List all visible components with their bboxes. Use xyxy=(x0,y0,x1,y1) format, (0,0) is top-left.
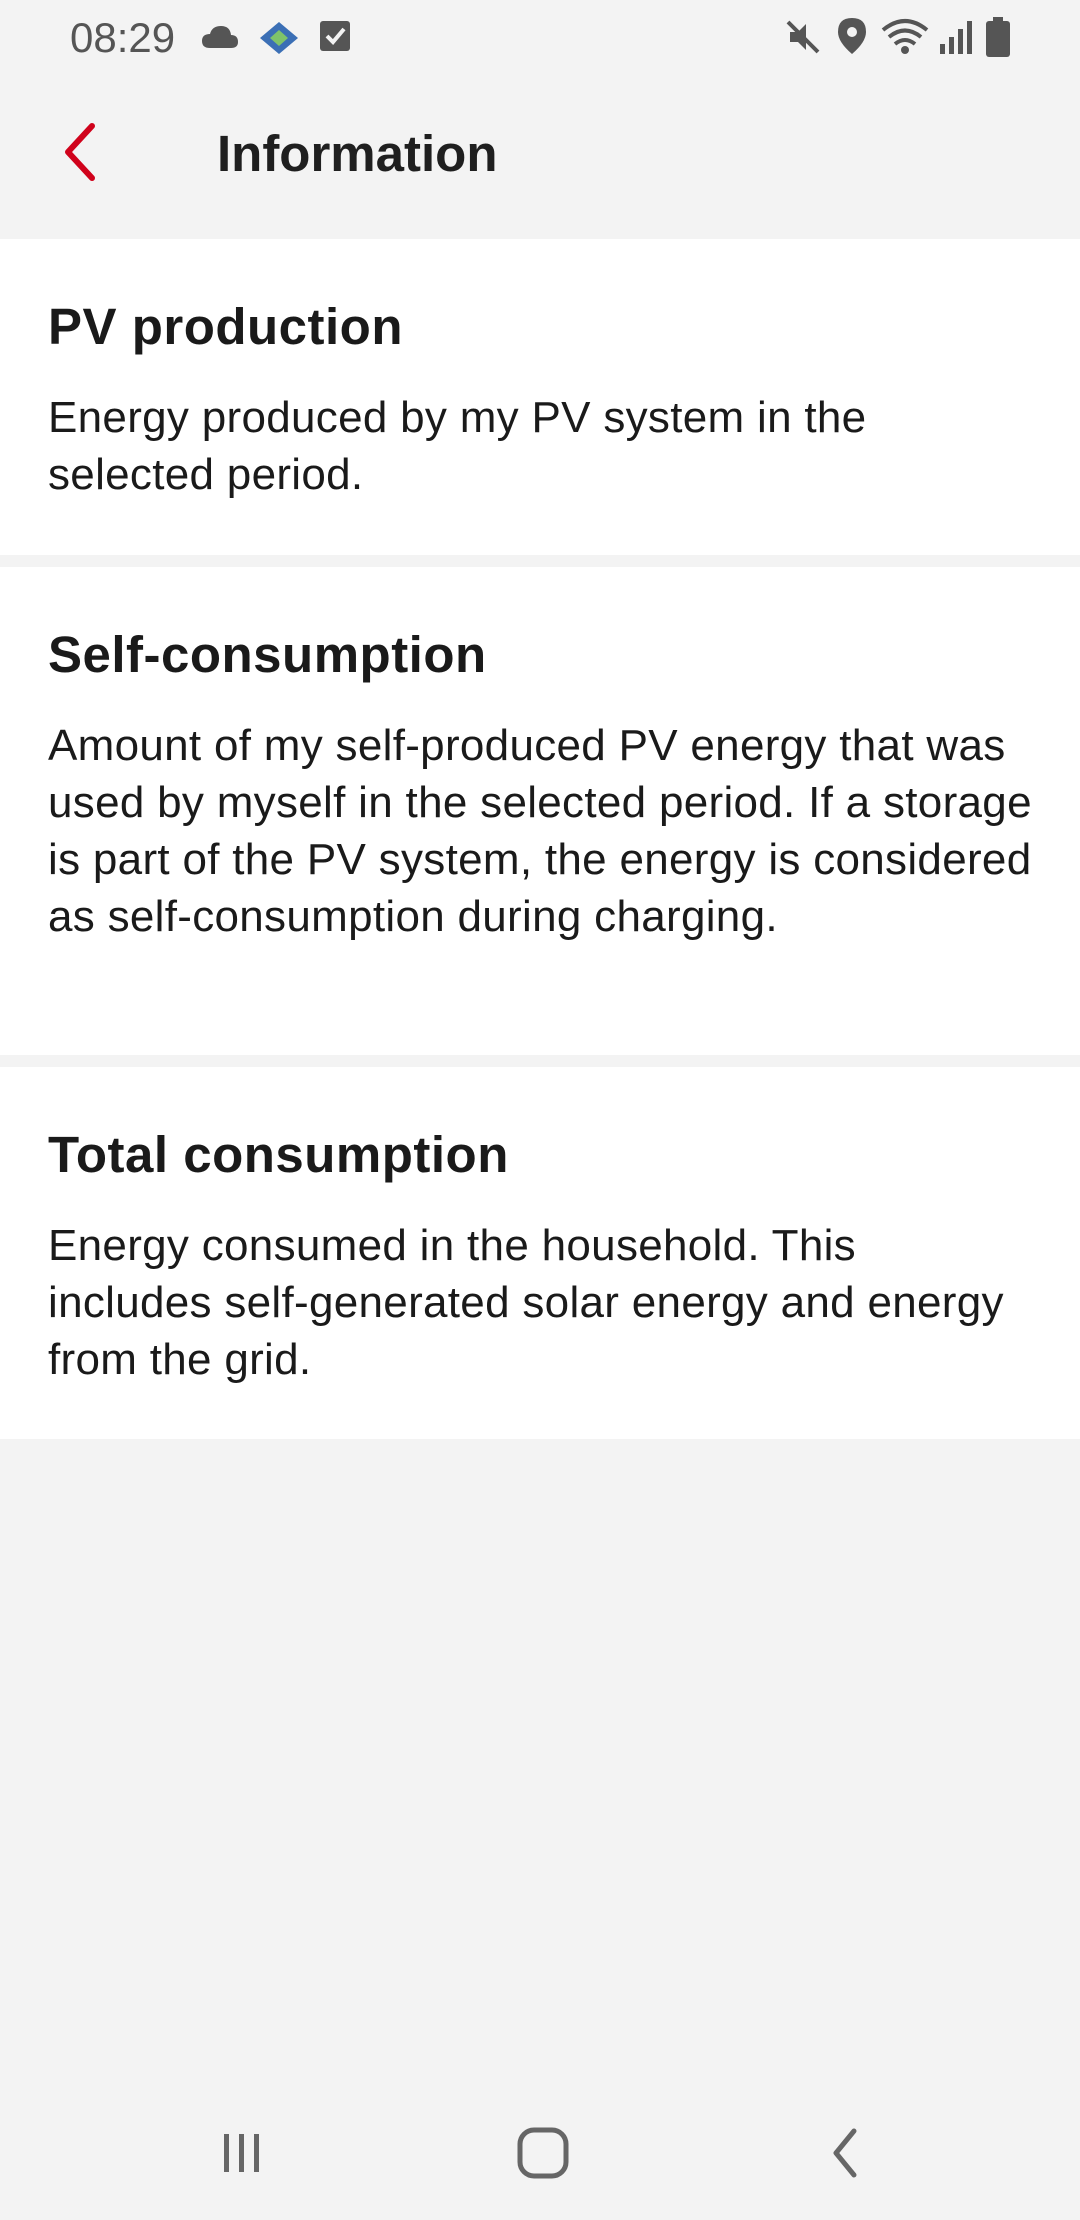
mute-icon xyxy=(784,18,822,61)
recent-apps-button[interactable] xyxy=(191,2120,291,2190)
chevron-left-icon xyxy=(60,122,100,187)
recent-apps-icon xyxy=(216,2128,266,2183)
wifi-icon xyxy=(880,18,930,61)
home-icon xyxy=(515,2125,571,2186)
location-icon xyxy=(836,16,868,61)
back-button[interactable] xyxy=(40,114,120,194)
info-card-pv-production: PV production Energy produced by my PV s… xyxy=(0,239,1080,555)
status-bar: 08:29 xyxy=(0,0,1080,76)
info-card-title: PV production xyxy=(48,298,403,355)
info-card-total-consumption: Total consumption Energy consumed in the… xyxy=(0,1067,1080,1439)
battery-icon xyxy=(984,16,1012,63)
status-time: 08:29 xyxy=(70,14,176,61)
system-back-button[interactable] xyxy=(796,2120,896,2190)
info-card-self-consumption: Self-consumption Amount of my self-produ… xyxy=(0,567,1080,1055)
checkbox-icon xyxy=(318,18,352,59)
app-bar: Information xyxy=(0,76,1080,239)
app-notification-icon xyxy=(258,20,300,61)
info-card-text: Amount of my self-produced PV energy tha… xyxy=(48,721,1032,941)
info-card-title: Total consumption xyxy=(48,1126,509,1183)
page-title: Information xyxy=(217,125,498,182)
info-list: PV production Energy produced by my PV s… xyxy=(0,239,1080,1451)
system-nav-bar xyxy=(0,2080,1080,2220)
info-card-text: Energy produced by my PV system in the s… xyxy=(48,393,867,499)
info-card-text: Energy consumed in the household. This i… xyxy=(48,1221,1004,1384)
cloud-icon xyxy=(200,22,240,57)
info-card-title: Self-consumption xyxy=(48,626,487,683)
signal-icon xyxy=(936,18,976,61)
home-button[interactable] xyxy=(493,2120,593,2190)
back-icon xyxy=(826,2125,866,2186)
